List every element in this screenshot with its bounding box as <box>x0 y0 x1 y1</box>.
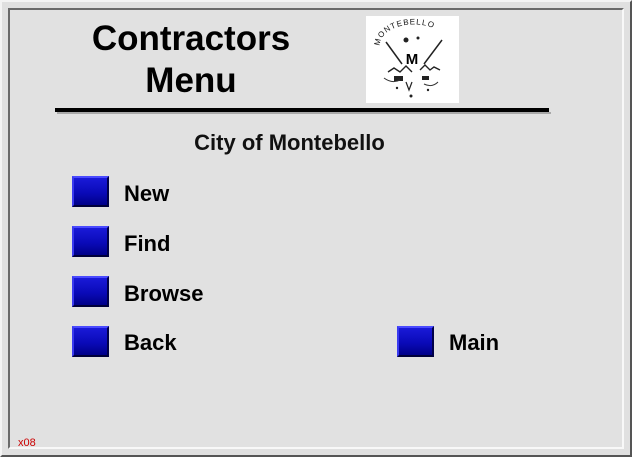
contractors-menu-window: Contractors Menu MONTEBELLO M City of Mo… <box>0 0 632 457</box>
find-button[interactable] <box>72 226 109 257</box>
city-seal-logo: MONTEBELLO M <box>366 16 459 103</box>
title-line-1: Contractors <box>91 19 291 58</box>
seal-letter: M <box>406 51 419 68</box>
new-button[interactable] <box>72 176 109 207</box>
page-title: Contractors Menu <box>72 18 310 102</box>
browse-label: Browse <box>124 281 204 306</box>
title-line-2: Menu <box>145 61 237 100</box>
header-divider-shadow <box>57 112 551 114</box>
browse-button[interactable] <box>72 276 109 307</box>
city-subtitle: City of Montebello <box>194 130 385 155</box>
back-button[interactable] <box>72 326 109 357</box>
back-label: Back <box>124 330 177 355</box>
main-button[interactable] <box>397 326 434 357</box>
city-seal-image: MONTEBELLO M <box>373 17 443 98</box>
screen-code: x08 <box>18 437 36 449</box>
find-label: Find <box>124 231 171 256</box>
main-label: Main <box>449 330 500 355</box>
new-label: New <box>124 181 170 206</box>
seal-text: MONTEBELLO <box>373 17 437 46</box>
